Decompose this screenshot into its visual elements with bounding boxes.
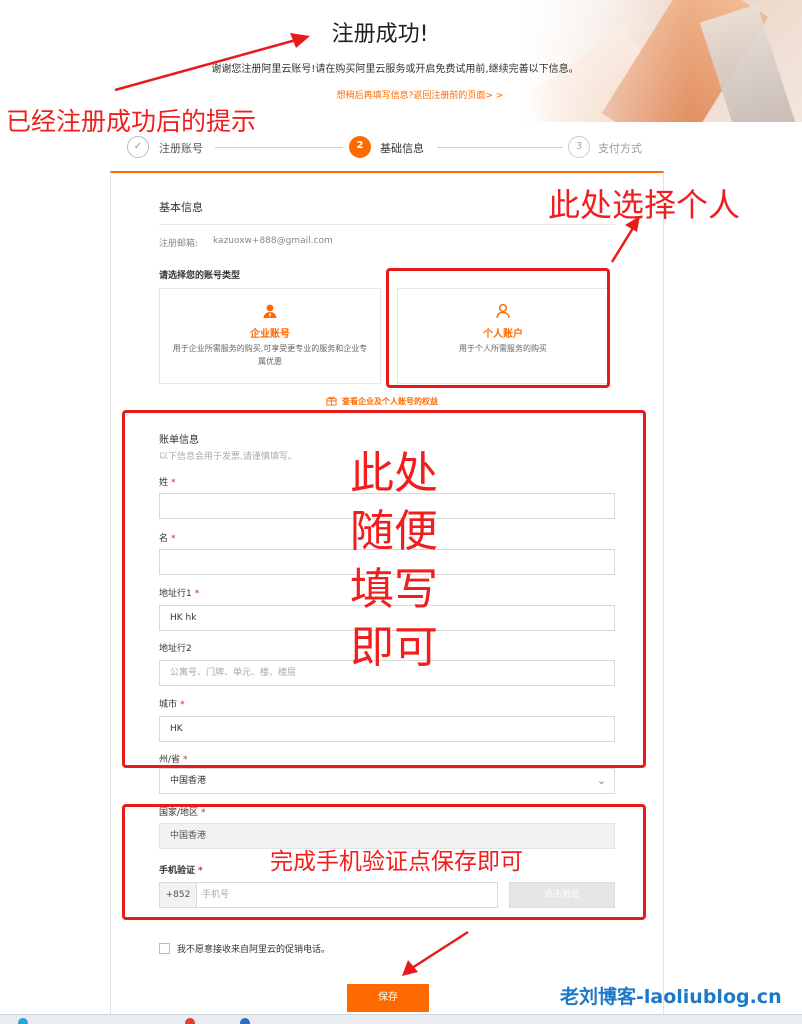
arrow-head bbox=[290, 33, 310, 48]
arrow-to-save bbox=[411, 930, 469, 970]
blog-watermark: 老刘博客-laoliublog.cn bbox=[560, 986, 782, 1008]
taskbar-app-icon[interactable] bbox=[185, 1018, 195, 1024]
annotation-arrows bbox=[114, 33, 640, 976]
os-taskbar bbox=[0, 1014, 802, 1024]
taskbar-app-icon[interactable] bbox=[240, 1018, 250, 1024]
arrow-to-personal bbox=[610, 227, 635, 263]
taskbar-app-icon[interactable] bbox=[18, 1018, 28, 1024]
arrow-head bbox=[402, 960, 418, 976]
arrow-to-title bbox=[114, 38, 297, 92]
